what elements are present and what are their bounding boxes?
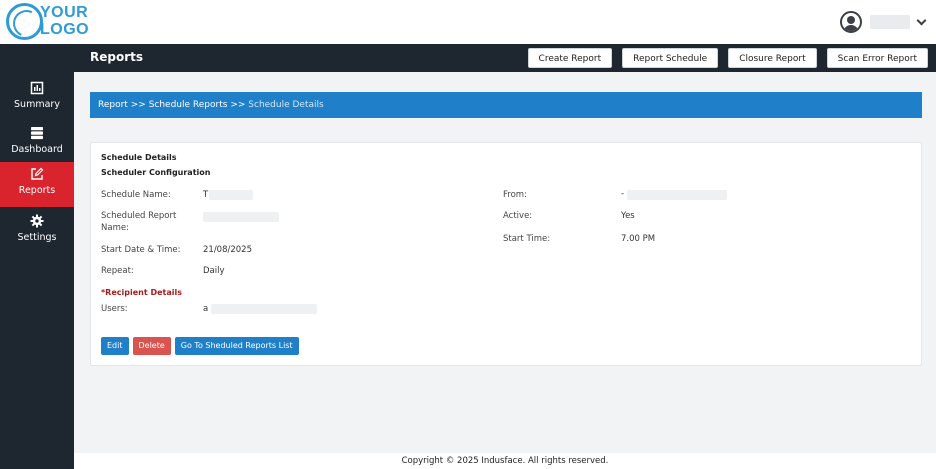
gear-icon — [30, 213, 44, 228]
logo-text-line2: LOGO — [40, 21, 90, 38]
report-schedule-button[interactable]: Report Schedule — [622, 48, 719, 68]
top-header: YOUR LOGO — [0, 0, 936, 44]
breadcrumb-schedule-reports[interactable]: Schedule Reports — [149, 100, 228, 110]
chevron-down-icon[interactable] — [916, 17, 926, 27]
logo-ring-icon — [6, 3, 43, 40]
create-report-button[interactable]: Create Report — [527, 48, 613, 68]
detail-actions: Edit Delete Go To Sheduled Reports List — [101, 337, 299, 355]
users-label: Users: — [101, 304, 128, 314]
user-name-redacted — [870, 15, 910, 29]
user-avatar-icon[interactable] — [840, 11, 862, 33]
footer: Copyright © 2025 Indusface. All rights r… — [74, 453, 936, 469]
active-value: Yes — [621, 211, 635, 221]
users-redacted — [211, 304, 317, 314]
sidebar-item-label: Reports — [18, 185, 56, 196]
scan-error-report-button[interactable]: Scan Error Report — [826, 48, 928, 68]
schedule-details-card: Schedule Details Scheduler Configuration… — [90, 142, 922, 366]
dashboard-icon — [30, 125, 44, 140]
summary-icon — [30, 80, 44, 95]
copyright-text: Copyright © 2025 Indusface. All rights r… — [401, 456, 609, 466]
users-value: a — [203, 304, 209, 314]
logo-text-line1: YOUR — [40, 4, 89, 21]
breadcrumb: Report >> Schedule Reports >> Schedule D… — [90, 92, 922, 118]
recipient-details-heading: *Recipient Details — [101, 288, 182, 297]
section-heading: Schedule Details — [101, 153, 177, 162]
active-label: Active: — [503, 211, 533, 221]
breadcrumb-current: Schedule Details — [248, 100, 324, 110]
go-to-scheduled-reports-button[interactable]: Go To Sheduled Reports List — [174, 337, 299, 355]
breadcrumb-separator: >> — [130, 100, 146, 110]
sidebar-item-reports[interactable]: Reports — [0, 162, 74, 207]
breadcrumb-report[interactable]: Report — [98, 100, 128, 110]
user-menu[interactable] — [840, 9, 926, 35]
sidebar-item-label: Dashboard — [11, 144, 63, 155]
sidebar-item-label: Settings — [17, 232, 57, 243]
repeat-value: Daily — [203, 266, 225, 276]
sidebar-item-settings[interactable]: Settings — [0, 209, 74, 254]
delete-button[interactable]: Delete — [132, 337, 171, 355]
logo[interactable]: YOUR LOGO — [6, 3, 126, 41]
sidebar: Summary Dashboard Reports Settings — [0, 72, 74, 469]
sidebar-item-dashboard[interactable]: Dashboard — [0, 121, 74, 166]
from-label: From: — [503, 190, 527, 200]
page-title: Reports — [90, 50, 144, 64]
schedule-name-value: T — [203, 190, 209, 200]
report-action-buttons: Create Report Report Schedule Closure Re… — [527, 48, 928, 68]
start-date-label: Start Date & Time: — [101, 245, 181, 255]
closure-report-button[interactable]: Closure Report — [728, 48, 817, 68]
breadcrumb-separator: >> — [230, 100, 246, 110]
start-date-value: 21/08/2025 — [203, 245, 252, 255]
start-time-value: 7.00 PM — [621, 234, 656, 244]
repeat-label: Repeat: — [101, 266, 134, 276]
schedule-name-redacted — [209, 190, 253, 200]
edit-button[interactable]: Edit — [101, 337, 129, 355]
scheduled-report-name-label-2: Name: — [101, 223, 129, 233]
scheduled-report-name-redacted — [203, 212, 279, 222]
edit-icon — [30, 166, 44, 180]
scheduled-report-name-label-1: Scheduled Report — [101, 211, 177, 221]
schedule-name-label: Schedule Name: — [101, 190, 171, 200]
from-redacted — [627, 190, 727, 200]
sidebar-item-label: Summary — [14, 99, 60, 110]
from-value: - — [621, 189, 625, 199]
title-bar: Reports Create Report Report Schedule Cl… — [0, 44, 936, 72]
section-subheading: Scheduler Configuration — [101, 168, 211, 177]
sidebar-item-summary[interactable]: Summary — [0, 76, 74, 121]
start-time-label: Start Time: — [503, 234, 551, 244]
